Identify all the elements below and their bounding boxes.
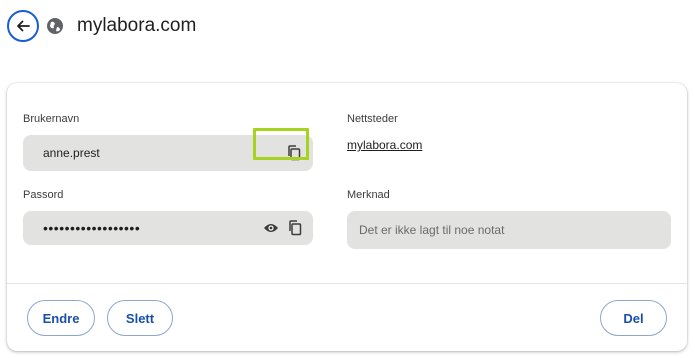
globe-icon (47, 18, 63, 34)
password-details-card: Brukernavn anne.prest Passord ••••••••••… (7, 83, 687, 351)
password-value: •••••••••••••••••• (43, 220, 141, 236)
username-label: Brukernavn (23, 113, 80, 125)
note-field[interactable]: Det er ikke lagt til noe notat (347, 211, 671, 249)
website-link[interactable]: mylabora.com (347, 138, 422, 152)
back-button[interactable] (7, 10, 39, 42)
show-password-button[interactable] (262, 219, 280, 237)
websites-label: Nettsteder (347, 113, 398, 125)
divider (7, 283, 687, 284)
page-title: mylabora.com (77, 15, 197, 36)
username-value: anne.prest (43, 146, 100, 160)
copy-icon (289, 220, 302, 236)
arrow-left-icon (17, 20, 30, 32)
eye-icon (264, 224, 278, 232)
password-field: •••••••••••••••••• (23, 211, 313, 245)
password-label: Passord (23, 189, 64, 201)
share-button[interactable]: Del (600, 300, 667, 336)
header: mylabora.com (0, 0, 695, 56)
note-label: Merknad (347, 189, 390, 201)
highlight-box (253, 128, 309, 160)
delete-button[interactable]: Slett (107, 300, 173, 336)
edit-button[interactable]: Endre (27, 300, 95, 336)
copy-password-button[interactable] (286, 219, 304, 237)
note-placeholder: Det er ikke lagt til noe notat (359, 223, 505, 237)
